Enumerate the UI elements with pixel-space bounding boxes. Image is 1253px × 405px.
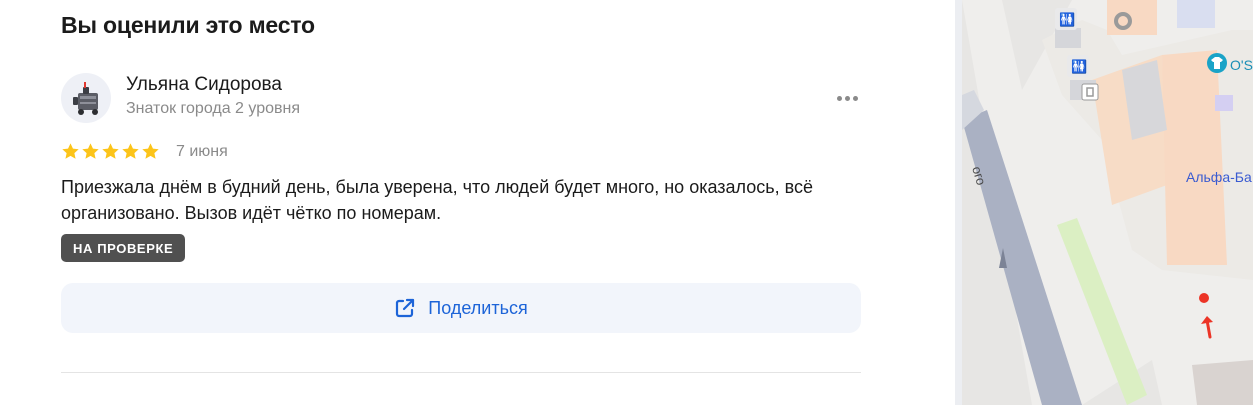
robot-avatar-icon bbox=[73, 82, 98, 115]
share-button[interactable]: Поделиться bbox=[61, 283, 861, 333]
map-label-bank[interactable]: Альфа-Ба bbox=[1186, 169, 1252, 185]
star-icon bbox=[122, 143, 139, 159]
review-panel: Вы оценили это место Ульяна Сидорова Зна… bbox=[0, 0, 955, 405]
divider bbox=[61, 372, 861, 373]
review-date: 7 июня bbox=[176, 143, 228, 160]
map-label-shop[interactable]: O'S bbox=[1230, 57, 1253, 73]
status-badge: НА ПРОВЕРКЕ bbox=[61, 234, 186, 262]
avatar[interactable] bbox=[61, 73, 111, 123]
section-title: Вы оценили это место bbox=[61, 12, 315, 38]
author-name[interactable]: Ульяна Сидорова bbox=[126, 74, 282, 96]
wc-icon: 🚻 bbox=[1067, 55, 1089, 77]
svg-text:🚻: 🚻 bbox=[1059, 12, 1075, 28]
share-label: Поделиться bbox=[428, 297, 528, 318]
more-button[interactable] bbox=[832, 88, 862, 108]
more-icon-dot bbox=[852, 95, 858, 101]
map[interactable]: 🚻 🚻 O'S Альфа-Ба ого bbox=[962, 0, 1253, 405]
author-level: Знаток города 2 уровня bbox=[126, 100, 301, 117]
star-icon bbox=[82, 143, 99, 159]
star-icon bbox=[102, 143, 119, 159]
share-icon bbox=[396, 298, 415, 318]
star-icon bbox=[62, 143, 79, 159]
panel-map-divider bbox=[955, 0, 962, 405]
location-marker-icon[interactable] bbox=[1199, 293, 1209, 303]
rating-stars bbox=[61, 142, 160, 161]
review-text: Приезжала днём в будний день, была увере… bbox=[61, 177, 814, 223]
star-icon bbox=[142, 143, 159, 159]
more-icon-dot bbox=[836, 95, 842, 101]
wc-icon: 🚻 bbox=[1055, 8, 1077, 30]
svg-text:🚻: 🚻 bbox=[1071, 59, 1087, 75]
shop-icon[interactable] bbox=[1207, 53, 1227, 73]
more-icon-dot bbox=[844, 95, 850, 101]
exit-icon bbox=[1081, 83, 1099, 101]
